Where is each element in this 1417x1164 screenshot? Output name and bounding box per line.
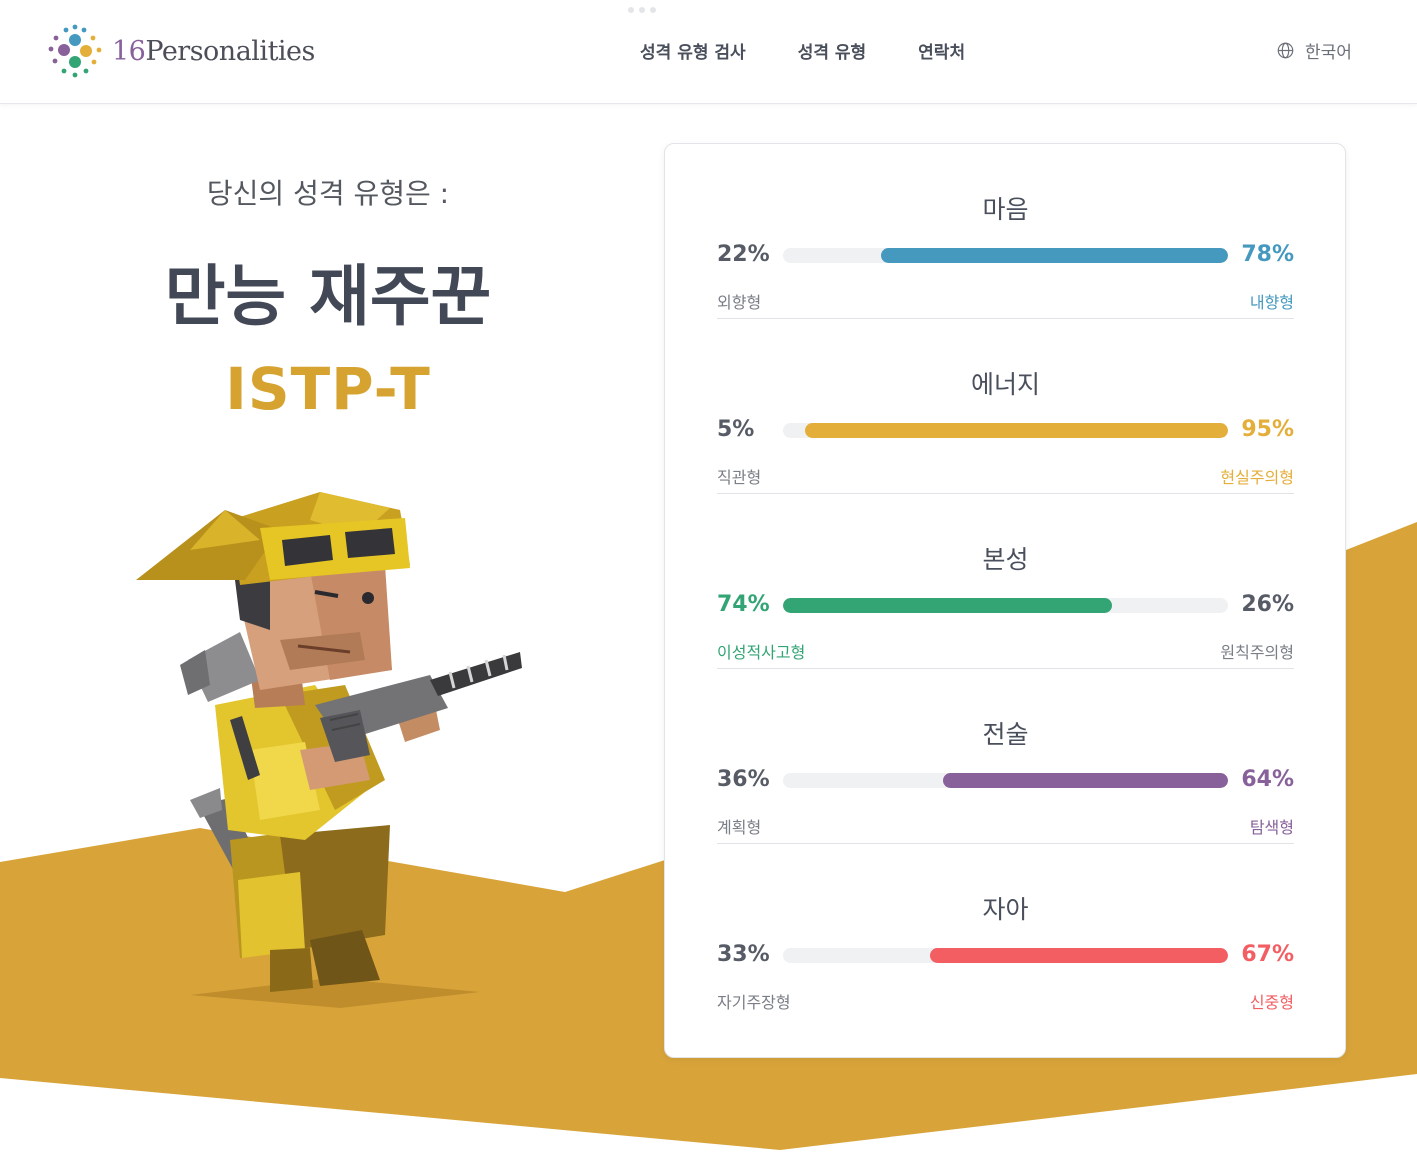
trait-right-percent: 67% [1241, 942, 1294, 967]
drag-handle[interactable] [628, 7, 656, 13]
trait-bar-fill [943, 773, 1228, 788]
trait-bar-fill [805, 423, 1228, 438]
trait-right-label[interactable]: 원칙주의형 [1220, 639, 1294, 663]
trait-left-label[interactable]: 직관형 [717, 464, 761, 488]
trait-right-label[interactable]: 내향형 [1250, 289, 1294, 313]
virtuoso-character-illustration [136, 492, 522, 1008]
trait-tactics: 전술 36% 64% 계획형 탐색형 [717, 669, 1294, 844]
language-selector[interactable]: 한국어 [1277, 38, 1352, 63]
personality-type-code: ISTP-T [225, 355, 431, 423]
trait-title: 에너지 [970, 370, 1040, 399]
logo-number: 16 [112, 35, 146, 67]
result-subtitle: 당신의 성격 유형은 : [206, 177, 450, 210]
trait-bar[interactable] [783, 598, 1228, 613]
trait-results-card: 마음 22% 78% 외향형 내향형 에너지 5% 95% 직관형 현실주의형 … [664, 143, 1346, 1058]
trait-right-percent: 95% [1241, 417, 1294, 442]
trait-identity: 자아 33% 67% 자기주장형 신중형 [717, 844, 1294, 1019]
personality-type-name: 만능 재주꾼 [164, 258, 492, 335]
trait-bar[interactable] [783, 423, 1228, 438]
trait-left-percent: 5% [717, 417, 755, 442]
trait-right-percent: 26% [1241, 592, 1294, 617]
trait-right-label[interactable]: 신중형 [1250, 989, 1294, 1013]
nav-item-types[interactable]: 성격 유형 [798, 38, 866, 63]
trait-title: 본성 [982, 545, 1029, 574]
main-nav: 성격 유형 검사 성격 유형 연락처 [640, 38, 1017, 63]
trait-bar[interactable] [783, 948, 1228, 963]
trait-right-percent: 78% [1241, 242, 1294, 267]
trait-title: 자아 [982, 895, 1029, 924]
trait-left-percent: 22% [717, 242, 770, 267]
trait-left-percent: 33% [717, 942, 770, 967]
nav-item-test[interactable]: 성격 유형 검사 [640, 38, 746, 63]
logo-dots-icon [48, 24, 102, 78]
trait-right-label[interactable]: 탐색형 [1250, 814, 1294, 838]
trait-right-percent: 64% [1241, 767, 1294, 792]
trait-mind: 마음 22% 78% 외향형 내향형 [717, 144, 1294, 319]
trait-left-label[interactable]: 자기주장형 [717, 989, 791, 1013]
trait-bar-fill [929, 948, 1228, 963]
trait-left-label[interactable]: 외향형 [717, 289, 761, 313]
trait-left-percent: 74% [717, 592, 770, 617]
nav-item-contact[interactable]: 연락처 [918, 38, 965, 63]
trait-title: 마음 [982, 195, 1029, 224]
logo-wordmark: Personalities [145, 35, 315, 67]
trait-bar-fill [783, 598, 1113, 613]
trait-nature: 본성 74% 26% 이성적사고형 원칙주의형 [717, 494, 1294, 669]
trait-bar-fill [880, 248, 1228, 263]
trait-bar[interactable] [783, 248, 1228, 263]
site-logo[interactable]: 16Personalities [46, 22, 315, 80]
trait-left-label[interactable]: 이성적사고형 [717, 639, 805, 663]
trait-title: 전술 [982, 720, 1029, 749]
globe-icon [1277, 42, 1294, 59]
site-header: 16Personalities 성격 유형 검사 성격 유형 연락처 한국어 [0, 0, 1417, 104]
trait-left-percent: 36% [717, 767, 770, 792]
trait-right-label[interactable]: 현실주의형 [1220, 464, 1294, 488]
trait-left-label[interactable]: 계획형 [717, 814, 761, 838]
trait-bar[interactable] [783, 773, 1228, 788]
trait-energy: 에너지 5% 95% 직관형 현실주의형 [717, 319, 1294, 494]
language-label: 한국어 [1305, 43, 1352, 63]
